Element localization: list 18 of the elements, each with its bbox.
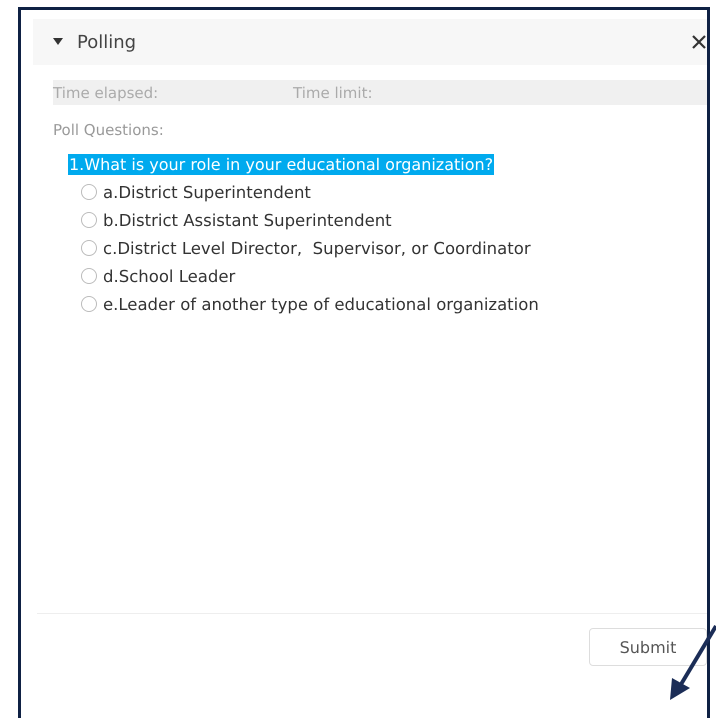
question-text: 1.What is your role in your educational organization?	[68, 154, 494, 175]
close-icon[interactable]	[691, 34, 707, 50]
section-label: Poll Questions:	[53, 121, 165, 139]
radio-button[interactable]	[81, 296, 97, 312]
option-label: d.School Leader	[103, 266, 236, 286]
panel-title: Polling	[77, 32, 136, 52]
option-label: c.District Level Director, Supervisor, or Coordinator	[103, 238, 531, 258]
option-label: a.District Superintendent	[103, 182, 311, 202]
time-limit-label: Time limit:	[293, 84, 373, 102]
collapse-arrow-icon[interactable]	[53, 38, 63, 46]
option-label: b.District Assistant Superintendent	[103, 210, 392, 230]
radio-button[interactable]	[81, 240, 97, 256]
radio-button[interactable]	[81, 184, 97, 200]
time-elapsed-label: Time elapsed:	[53, 84, 160, 102]
option-label: e.Leader of another type of educational organization	[103, 294, 539, 314]
radio-button[interactable]	[81, 212, 97, 228]
radio-button[interactable]	[81, 268, 97, 284]
submit-button[interactable]: Submit	[589, 628, 707, 666]
